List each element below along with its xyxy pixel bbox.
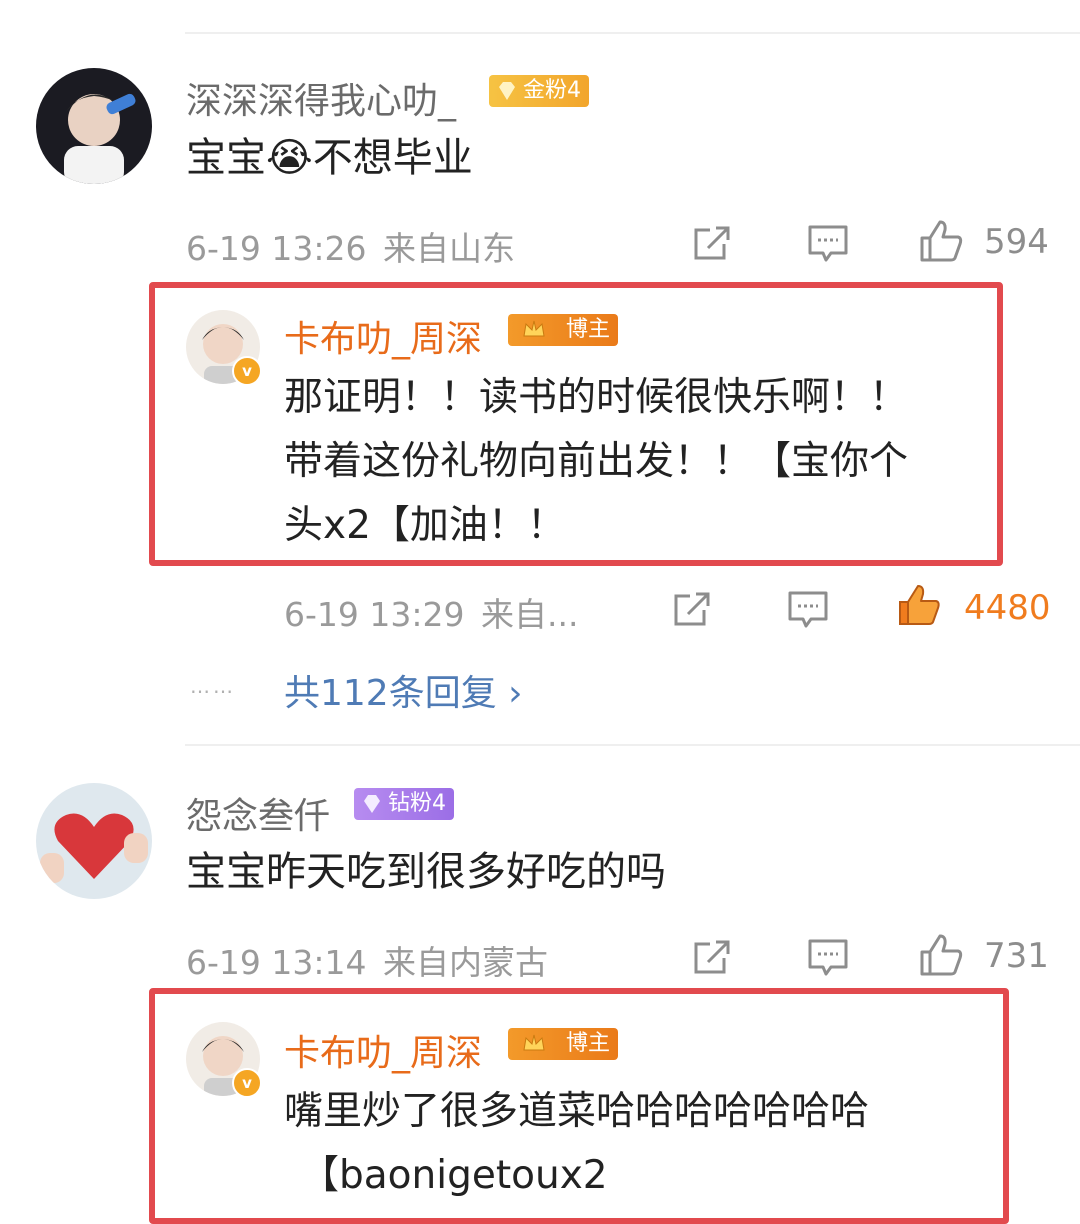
- diamond-icon: [364, 795, 380, 813]
- verified-v-icon: v: [232, 1068, 262, 1098]
- comment-text: 宝宝😭不想毕业: [186, 126, 473, 190]
- reply-text: 嘴里炒了很多道菜哈哈哈哈哈哈哈 【baonigetoux2: [284, 1080, 869, 1208]
- comment-location: 来自山东: [383, 229, 515, 268]
- verified-v-icon: v: [232, 356, 262, 386]
- comment-text-part: 不想毕业: [312, 135, 473, 181]
- blogger-badge: 博主: [508, 314, 619, 346]
- fan-level-badge: 钻粉4: [354, 788, 454, 820]
- badge-label: 金粉4: [523, 78, 581, 103]
- commenter-avatar[interactable]: [36, 68, 152, 184]
- like-count: 594: [984, 222, 1049, 262]
- reply-like-count: 4480: [964, 588, 1051, 628]
- reply-line: 带着这份礼物向前出发！！【宝你个: [284, 439, 909, 484]
- reply-line: 【baonigetoux2: [300, 1153, 608, 1198]
- share-icon[interactable]: [690, 220, 736, 266]
- comment-meta: 6-19 13:26 来自山东: [186, 222, 515, 270]
- reply-time: 6-19 13:29: [284, 595, 465, 634]
- crown-icon: [523, 320, 545, 337]
- top-divider: [185, 32, 1080, 34]
- comment-divider: [185, 744, 1080, 746]
- reply-line: 那证明！！读书的时候很快乐啊！！: [284, 375, 909, 420]
- comment-meta: 6-19 13:14 来自内蒙古: [186, 936, 548, 984]
- reply-text: 那证明！！读书的时候很快乐啊！！ 带着这份礼物向前出发！！【宝你个 头x2【加油…: [284, 366, 908, 558]
- comment-icon[interactable]: [785, 586, 831, 632]
- commenter-name[interactable]: 怨念叁仟: [186, 787, 330, 839]
- reply-meta: 6-19 13:29 来自...: [284, 588, 578, 636]
- thumbs-up-icon-liked[interactable]: [896, 582, 942, 628]
- more-dots: ……: [190, 674, 236, 698]
- badge-label: 博主: [566, 1031, 611, 1056]
- reply-line: 头x2【加油！！: [284, 503, 566, 548]
- comment-icon[interactable]: [805, 934, 851, 980]
- comment-time: 6-19 13:14: [186, 943, 367, 982]
- thumbs-up-icon[interactable]: [918, 218, 964, 264]
- crown-icon: [523, 1034, 545, 1051]
- blogger-name[interactable]: 卡布叻_周深: [284, 1024, 482, 1076]
- comment-text: 宝宝昨天吃到很多好吃的吗: [186, 849, 666, 895]
- share-icon[interactable]: [690, 934, 736, 980]
- blogger-name[interactable]: 卡布叻_周深: [284, 310, 482, 362]
- commenter-avatar[interactable]: [36, 783, 152, 899]
- thumbs-up-icon[interactable]: [918, 932, 964, 978]
- reply-line: 嘴里炒了很多道菜哈哈哈哈哈哈哈: [284, 1089, 870, 1134]
- like-count: 731: [984, 936, 1049, 976]
- share-icon[interactable]: [670, 586, 716, 632]
- gem-icon: [499, 82, 515, 100]
- comment-text-part: 宝宝: [186, 135, 266, 181]
- badge-label: 钻粉4: [388, 791, 446, 816]
- reply-location: 来自...: [481, 595, 579, 634]
- comment-time: 6-19 13:26: [186, 229, 367, 268]
- badge-label: 博主: [566, 317, 611, 342]
- comment-icon[interactable]: [805, 220, 851, 266]
- fan-level-badge: 金粉4: [489, 75, 589, 107]
- blogger-badge: 博主: [508, 1028, 619, 1060]
- crying-emoji: 😭: [266, 135, 313, 181]
- comment-location: 来自内蒙古: [383, 943, 548, 982]
- view-all-replies-link[interactable]: 共112条回复 ›: [284, 664, 523, 716]
- commenter-name[interactable]: 深深深得我心叻_: [186, 72, 456, 124]
